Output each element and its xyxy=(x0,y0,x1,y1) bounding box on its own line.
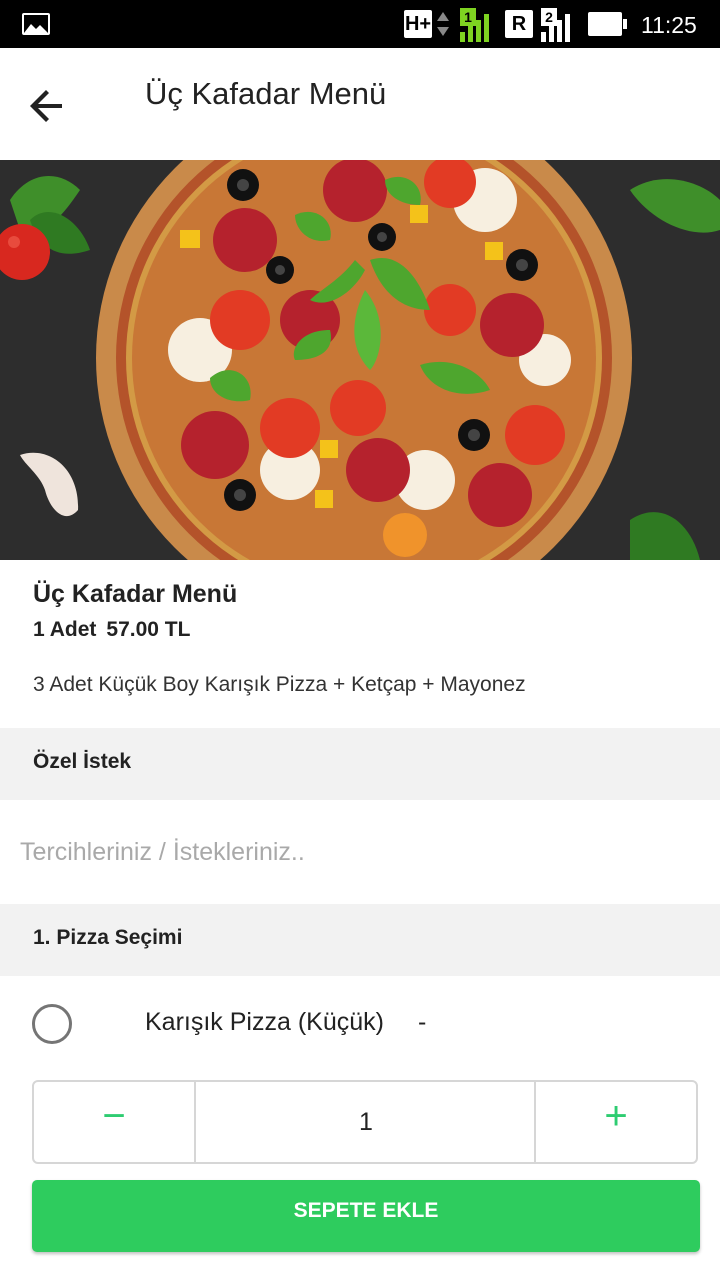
product-quantity: 1 Adet xyxy=(33,618,97,641)
increase-button[interactable]: + xyxy=(534,1082,696,1162)
app-bar: Üç Kafadar Menü xyxy=(0,48,720,160)
pizza-option-price: - xyxy=(418,1008,427,1036)
sim2-badge: 2 xyxy=(541,8,557,26)
sim1-badge: 1 xyxy=(460,8,476,26)
product-price: 57.00 TL xyxy=(106,618,191,641)
battery-icon xyxy=(588,12,627,36)
network-type-icon: H+ xyxy=(404,10,432,38)
data-arrows-icon xyxy=(437,12,449,36)
special-request-title: Özel İstek xyxy=(33,750,132,773)
pizza-option-radio[interactable] xyxy=(32,1004,72,1044)
gallery-icon xyxy=(22,13,50,35)
product-quantity-price: 1 Adet 57.00 TL xyxy=(33,618,200,642)
back-button[interactable] xyxy=(20,78,76,134)
product-image xyxy=(0,160,720,560)
decrease-button[interactable]: − xyxy=(34,1082,196,1162)
status-bar: H+ 1 R 2 11:25 xyxy=(0,0,720,48)
product-description: 3 Adet Küçük Boy Karışık Pizza + Ketçap … xyxy=(33,673,526,696)
pizza-option-label[interactable]: Karışık Pizza (Küçük) xyxy=(145,1008,384,1037)
page-title: Üç Kafadar Menü xyxy=(145,76,387,111)
roaming-icon: R xyxy=(505,10,533,38)
add-to-cart-button[interactable]: SEPETE EKLE xyxy=(32,1180,700,1252)
pizza-selection-title: 1. Pizza Seçimi xyxy=(33,926,183,949)
special-request-header: Özel İstek xyxy=(0,728,720,800)
pizza-selection-header: 1. Pizza Seçimi xyxy=(0,904,720,976)
clock: 11:25 xyxy=(641,12,697,38)
product-name: Üç Kafadar Menü xyxy=(33,580,238,608)
quantity-value: 1 xyxy=(359,1108,373,1136)
special-request-input[interactable] xyxy=(0,800,720,904)
quantity-stepper: − 1 + xyxy=(32,1080,698,1164)
arrow-left-icon xyxy=(30,90,62,122)
